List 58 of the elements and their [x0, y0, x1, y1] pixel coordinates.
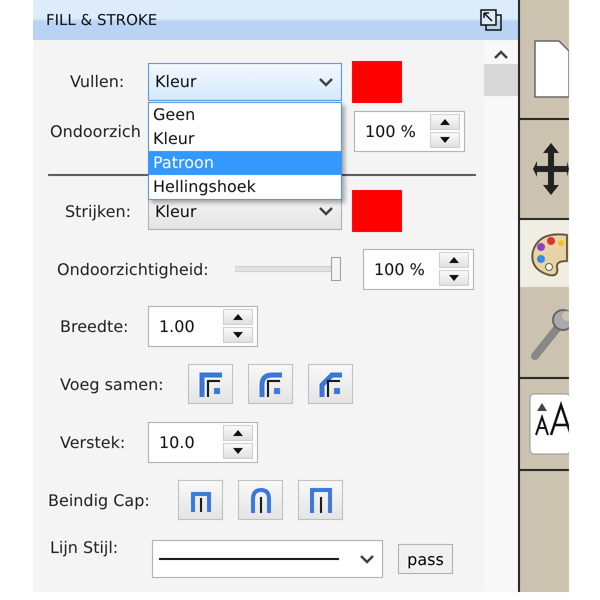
- menu-item[interactable]: Geen: [149, 103, 341, 127]
- panel-title: FILL & STROKE: [46, 11, 158, 29]
- page-icon: [533, 39, 569, 99]
- up-triangle-icon: [233, 314, 243, 320]
- down-triangle-icon: [449, 275, 459, 281]
- menu-item[interactable]: Kleur: [149, 127, 341, 151]
- caret-icon: [360, 554, 374, 564]
- caret-icon: [319, 76, 333, 86]
- fill-opacity-label: Ondoorzich: [50, 122, 141, 140]
- increment-button[interactable]: [223, 309, 253, 325]
- number-field[interactable]: 1.00: [148, 306, 258, 346]
- cap-label: Beindig Cap:: [48, 490, 151, 510]
- cap-button[interactable]: [238, 480, 283, 520]
- up-triangle-icon: [440, 119, 450, 125]
- decrement-button[interactable]: [223, 327, 253, 343]
- apply-button[interactable]: pass: [398, 544, 453, 574]
- line-style-label: Lijn Stijl:: [50, 538, 120, 557]
- number-field[interactable]: 100 %: [354, 110, 465, 152]
- down-triangle-icon: [233, 332, 243, 338]
- round-join-icon: [258, 371, 284, 397]
- fill-dropdown[interactable]: Kleur: [148, 62, 342, 100]
- cap-button[interactable]: [178, 480, 223, 520]
- stroke-opacity-label: Ondoorzichtigheid:: [57, 260, 210, 278]
- scrollbar-thumb[interactable]: [484, 64, 518, 96]
- width-label: Breedte:: [60, 316, 130, 336]
- up-triangle-icon: [233, 430, 243, 436]
- down-triangle-icon: [440, 137, 450, 143]
- stroke-label: Strijken:: [65, 202, 132, 220]
- number-field[interactable]: 10.0: [148, 422, 258, 462]
- decrement-button[interactable]: [223, 443, 253, 459]
- increment-button[interactable]: [439, 252, 469, 268]
- line-style-dropdown[interactable]: [152, 540, 383, 578]
- up-triangle-icon: [449, 257, 459, 263]
- decrement-button[interactable]: [430, 132, 460, 148]
- undock-icon[interactable]: [480, 9, 502, 31]
- menu-item[interactable]: Hellingshoek: [149, 175, 341, 199]
- fill-label: Vullen:: [70, 72, 126, 91]
- square-cap-icon: [308, 487, 332, 513]
- decrement-button[interactable]: [439, 270, 469, 286]
- bevel-join-icon: [318, 371, 344, 397]
- fill-color-swatch[interactable]: [352, 60, 402, 102]
- join-button[interactable]: [248, 364, 293, 404]
- scroll-up-icon[interactable]: [494, 50, 508, 60]
- stroke-color-swatch[interactable]: [352, 190, 402, 232]
- increment-button[interactable]: [223, 425, 253, 441]
- join-button[interactable]: [188, 364, 233, 404]
- miter-label: Verstek:: [60, 432, 126, 452]
- cap-button[interactable]: [298, 480, 343, 520]
- font-size-icon: [529, 393, 569, 455]
- miter-join-icon: [198, 371, 224, 397]
- down-triangle-icon: [233, 448, 243, 454]
- slider-thumb[interactable]: [330, 257, 341, 281]
- join-button[interactable]: [308, 364, 353, 404]
- round-cap-icon: [248, 487, 272, 513]
- caret-icon: [319, 206, 333, 216]
- number-field[interactable]: 100 %: [363, 248, 474, 290]
- increment-button[interactable]: [430, 114, 460, 130]
- join-label: Voeg samen:: [60, 374, 165, 394]
